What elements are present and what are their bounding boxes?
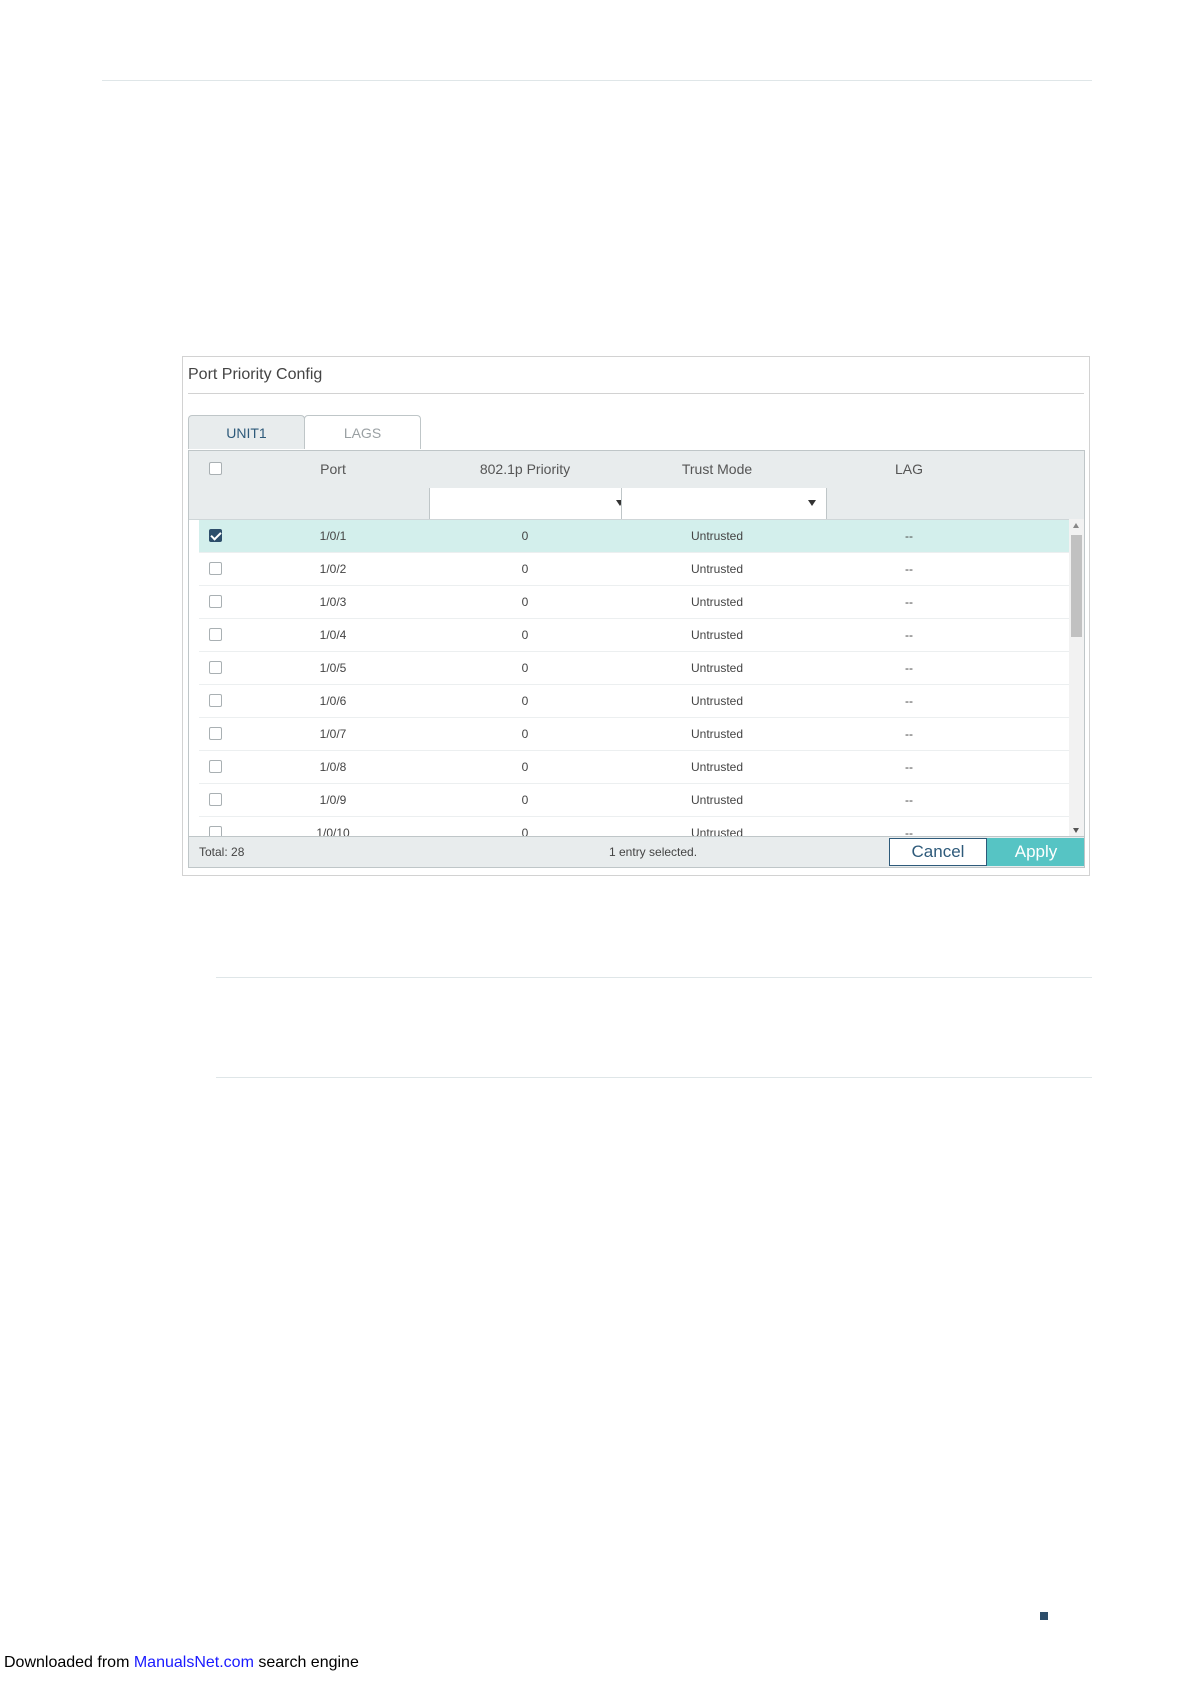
credit-suffix: search engine bbox=[253, 1654, 359, 1671]
table-header: Port 802.1p Priority Trust Mode LAG bbox=[189, 451, 1084, 489]
port-cell: 1/0/1 bbox=[319, 529, 347, 543]
table-row[interactable]: 1/0/4 0 Untrusted -- bbox=[199, 619, 1071, 652]
port-cell: 1/0/2 bbox=[319, 562, 347, 576]
trust-mode-cell: Untrusted bbox=[690, 628, 744, 642]
priority-cell: 0 bbox=[521, 595, 529, 609]
port-cell: 1/0/8 bbox=[319, 760, 347, 774]
cancel-button[interactable]: Cancel bbox=[889, 838, 987, 866]
priority-cell: 0 bbox=[521, 562, 529, 576]
row-checkbox[interactable] bbox=[209, 694, 222, 707]
row-checkbox[interactable] bbox=[209, 793, 222, 806]
trust-mode-cell: Untrusted bbox=[690, 661, 744, 675]
table-body: 1/0/1 0 Untrusted -- 1/0/2 0 Untrusted -- 1/0/3 0… bbox=[199, 520, 1071, 850]
apply-button[interactable]: Apply bbox=[987, 838, 1084, 866]
filter-row bbox=[189, 488, 1084, 520]
row-checkbox[interactable] bbox=[209, 760, 222, 773]
lag-cell: -- bbox=[905, 760, 913, 774]
priority-cell: 0 bbox=[521, 529, 529, 543]
chevron-down-icon bbox=[808, 500, 816, 506]
lag-cell: -- bbox=[905, 628, 913, 642]
table-row[interactable]: 1/0/1 0 Untrusted -- bbox=[199, 520, 1071, 553]
note-divider-top bbox=[216, 977, 1092, 978]
scroll-down-arrow-icon[interactable] bbox=[1073, 828, 1079, 833]
table-row[interactable]: 1/0/3 0 Untrusted -- bbox=[199, 586, 1071, 619]
port-priority-config-panel: Port Priority Config UNIT1 LAGS Port 802… bbox=[182, 356, 1090, 876]
lag-cell: -- bbox=[905, 694, 913, 708]
trust-mode-cell: Untrusted bbox=[690, 562, 744, 576]
scroll-up-arrow-icon[interactable] bbox=[1073, 523, 1079, 528]
port-cell: 1/0/7 bbox=[319, 727, 347, 741]
note-divider-bottom bbox=[216, 1077, 1092, 1078]
trust-mode-cell: Untrusted bbox=[690, 760, 744, 774]
port-cell: 1/0/3 bbox=[319, 595, 347, 609]
panel-title-divider bbox=[188, 393, 1084, 394]
row-checkbox[interactable] bbox=[209, 595, 222, 608]
selection-status: 1 entry selected. bbox=[609, 845, 698, 859]
table-row[interactable]: 1/0/2 0 Untrusted -- bbox=[199, 553, 1071, 586]
column-header-lag: LAG bbox=[894, 461, 923, 477]
lag-cell: -- bbox=[905, 727, 913, 741]
lag-cell: -- bbox=[905, 793, 913, 807]
trust-mode-cell: Untrusted bbox=[690, 727, 744, 741]
priority-cell: 0 bbox=[521, 793, 529, 807]
table-footer: Total: 28 1 entry selected. Cancel Apply bbox=[189, 836, 1084, 867]
table-row[interactable]: 1/0/9 0 Untrusted -- bbox=[199, 784, 1071, 817]
trust-mode-cell: Untrusted bbox=[690, 529, 744, 543]
tab-unit1[interactable]: UNIT1 bbox=[188, 415, 305, 449]
row-checkbox[interactable] bbox=[209, 727, 222, 740]
table-row[interactable]: 1/0/8 0 Untrusted -- bbox=[199, 751, 1071, 784]
port-cell: 1/0/4 bbox=[319, 628, 347, 642]
manualsnet-link[interactable]: ManualsNet.com bbox=[134, 1654, 254, 1671]
row-checkbox[interactable] bbox=[209, 562, 222, 575]
lag-cell: -- bbox=[905, 595, 913, 609]
column-header-trust-mode: Trust Mode bbox=[681, 461, 753, 477]
lag-cell: -- bbox=[905, 661, 913, 675]
row-checkbox[interactable] bbox=[209, 628, 222, 641]
table-scrollbar[interactable] bbox=[1069, 519, 1084, 837]
scrollbar-thumb[interactable] bbox=[1071, 535, 1082, 637]
table-row[interactable]: 1/0/6 0 Untrusted -- bbox=[199, 685, 1071, 718]
port-cell: 1/0/9 bbox=[319, 793, 347, 807]
trust-mode-filter-select[interactable] bbox=[621, 488, 827, 519]
priority-cell: 0 bbox=[521, 628, 529, 642]
priority-cell: 0 bbox=[521, 760, 529, 774]
download-credit: Downloaded from ManualsNet.com search en… bbox=[4, 1654, 359, 1672]
column-header-priority: 802.1p Priority bbox=[479, 461, 571, 477]
priority-cell: 0 bbox=[521, 694, 529, 708]
panel-title: Port Priority Config bbox=[188, 366, 323, 383]
trust-mode-cell: Untrusted bbox=[690, 694, 744, 708]
priority-cell: 0 bbox=[521, 727, 529, 741]
port-cell: 1/0/5 bbox=[319, 661, 347, 675]
table-row[interactable]: 1/0/5 0 Untrusted -- bbox=[199, 652, 1071, 685]
lag-cell: -- bbox=[905, 562, 913, 576]
port-cell: 1/0/6 bbox=[319, 694, 347, 708]
column-header-port: Port bbox=[320, 461, 346, 477]
priority-cell: 0 bbox=[521, 661, 529, 675]
trust-mode-cell: Untrusted bbox=[690, 595, 744, 609]
priority-filter-select[interactable] bbox=[429, 488, 635, 519]
lag-cell: -- bbox=[905, 529, 913, 543]
port-table: Port 802.1p Priority Trust Mode LAG 1/0/… bbox=[188, 450, 1085, 868]
total-count: Total: 28 bbox=[199, 845, 245, 859]
page-marker-icon bbox=[1040, 1612, 1048, 1620]
credit-prefix: Downloaded from bbox=[4, 1654, 134, 1671]
select-all-checkbox[interactable] bbox=[209, 462, 222, 475]
row-checkbox[interactable] bbox=[209, 529, 222, 542]
row-checkbox[interactable] bbox=[209, 661, 222, 674]
top-divider bbox=[102, 80, 1092, 81]
trust-mode-cell: Untrusted bbox=[690, 793, 744, 807]
tab-lags[interactable]: LAGS bbox=[304, 415, 421, 449]
table-row[interactable]: 1/0/7 0 Untrusted -- bbox=[199, 718, 1071, 751]
